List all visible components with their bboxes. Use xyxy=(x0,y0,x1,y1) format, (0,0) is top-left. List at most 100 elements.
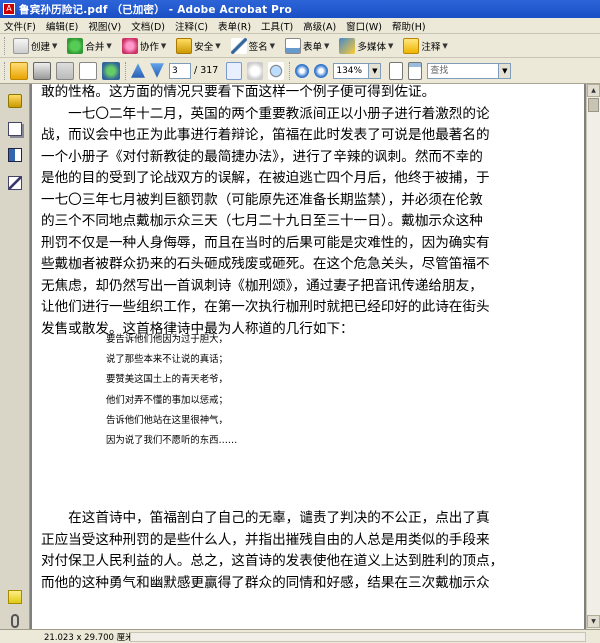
print-icon[interactable] xyxy=(33,61,51,80)
poem-line: 要赞美这国土上的青天老爷， xyxy=(106,374,228,386)
menu-bar: 文件(F) 编辑(E) 视图(V) 文档(D) 注释(C) 表单(R) 工具(T… xyxy=(0,18,600,34)
poem-line: 要告诉他们他因为过于胆大， xyxy=(106,334,228,345)
chevron-down-icon: ▼ xyxy=(52,41,58,50)
paragraph-1: 敢的性格。这方面的情况只要看下面这样一个例子便可得到佐证。 一七〇二年十二月，英… xyxy=(41,84,577,340)
zoom-in-icon[interactable] xyxy=(314,63,329,78)
toolbar-grip[interactable] xyxy=(4,36,7,55)
comments-panel-icon[interactable] xyxy=(8,590,22,604)
menu-help[interactable]: 帮助(H) xyxy=(392,19,426,33)
horizontal-scrollbar[interactable] xyxy=(130,632,586,642)
signatures-icon[interactable] xyxy=(8,176,22,190)
scroll-thumb[interactable] xyxy=(588,98,599,112)
text-line: 一七〇三年七月被判巨额罚款（可能原先还准备长期监禁），并必须在伦敦 xyxy=(41,191,483,208)
security-lock-icon[interactable] xyxy=(8,94,22,108)
toolbar-grip[interactable] xyxy=(125,61,128,80)
multimedia-icon xyxy=(339,37,356,54)
text-line: 的三个不同地点戴枷示众三天（七月二十九日至三十一日）。戴枷示众这种 xyxy=(41,213,483,229)
chevron-down-icon: ▼ xyxy=(215,41,221,50)
collaborate-button[interactable]: 协作 ▼ xyxy=(119,36,169,56)
acrobat-app-icon: A xyxy=(3,3,15,15)
email-icon[interactable] xyxy=(79,61,97,80)
secure-button[interactable]: 安全 ▼ xyxy=(173,36,223,56)
menu-comments[interactable]: 注释(C) xyxy=(175,19,208,33)
save-icon[interactable] xyxy=(56,61,74,80)
menu-advanced[interactable]: 高级(A) xyxy=(303,19,336,33)
scroll-down-arrow-icon[interactable]: ▼ xyxy=(587,615,600,628)
comment-button[interactable]: 注释 ▼ xyxy=(400,36,450,56)
sign-button[interactable]: 签名 ▼ xyxy=(228,36,278,56)
fit-page-icon[interactable] xyxy=(389,61,404,80)
menu-document[interactable]: 文档(D) xyxy=(131,19,165,33)
find-dropdown-chevron-icon[interactable]: ▼ xyxy=(499,62,512,79)
scroll-up-arrow-icon[interactable]: ▲ xyxy=(587,84,600,97)
forms-button[interactable]: 表单 ▼ xyxy=(282,36,332,56)
zoom-out-icon[interactable] xyxy=(295,63,310,78)
review-icon[interactable] xyxy=(102,61,120,80)
menu-tools[interactable]: 工具(T) xyxy=(261,19,293,33)
tasks-toolbar: 创建 ▼ 合并 ▼ 协作 ▼ 安全 ▼ 签名 ▼ 表单 ▼ 多媒体 ▼ 注释 ▼ xyxy=(0,34,600,58)
title-bar: A 鲁宾孙历险记.pdf （已加密） - Adobe Acrobat Pro xyxy=(0,0,600,18)
text-line: 在这首诗中，笛福剖白了自己的无辜，谴责了判决的不公正，点出了真 xyxy=(41,510,490,526)
zoom-dropdown-chevron-icon[interactable]: ▼ xyxy=(369,62,382,79)
chevron-down-icon: ▼ xyxy=(387,41,394,50)
toolbar-grip[interactable] xyxy=(289,61,292,80)
document-viewport[interactable]: 敢的性格。这方面的情况只要看下面这样一个例子便可得到佐证。 一七〇二年十二月，英… xyxy=(30,84,586,629)
zoom-tool-icon[interactable] xyxy=(268,61,285,80)
poem-line: 因为说了我们不愿听的东西…… xyxy=(106,435,238,447)
comment-note-icon xyxy=(403,37,420,54)
fit-width-icon[interactable] xyxy=(408,61,423,80)
poem-block: 要告诉他们他因为过于胆大， 说了那些本来不让说的真话； 要赞美这国土上的青天老爷… xyxy=(106,330,237,451)
text-line: 一七〇二年十二月，英国的两个重要教派间正以小册子进行着激烈的论 xyxy=(41,105,490,122)
text-line: 战，而议会中也正为此事进行着辩论，笛福在此时发表了可说是他最著名的 xyxy=(41,127,490,143)
next-page-icon[interactable] xyxy=(150,63,164,78)
forms-icon xyxy=(285,37,302,54)
menu-file[interactable]: 文件(F) xyxy=(4,19,36,33)
chevron-down-icon: ▼ xyxy=(324,41,330,50)
combine-files-icon xyxy=(67,37,84,54)
menu-edit[interactable]: 编辑(E) xyxy=(46,19,78,33)
open-folder-icon[interactable] xyxy=(10,61,28,80)
paragraph-2: 在这首诗中，笛福剖白了自己的无辜，谴责了判决的不公正，点出了真 正应当受这种刑罚… xyxy=(41,508,577,594)
text-line: 些戴枷者被群众扔来的石头砸成残废或砸死。在这个危急关头，尽管笛福不 xyxy=(41,256,490,272)
select-text-cursor-icon[interactable] xyxy=(226,61,243,80)
menu-forms[interactable]: 表单(R) xyxy=(218,19,251,33)
status-bar: 21.023 x 29.700 厘米 xyxy=(0,629,600,643)
text-line: 是他的目的受到了论战双方的误解，在被迫逃亡四个月后，他终于被捕，于 xyxy=(41,170,490,186)
vertical-scrollbar[interactable]: ▲ ▼ xyxy=(586,84,600,629)
poem-line: 他们对弄不懂的事加以惩戒； xyxy=(106,394,228,406)
chevron-down-icon: ▼ xyxy=(160,41,167,50)
text-line: 一个小册子《对付新教徒的最简捷办法》，进行了辛辣的讽刺。然而不幸的 xyxy=(41,148,483,165)
window-title: 鲁宾孙历险记.pdf （已加密） - Adobe Acrobat Pro xyxy=(19,3,292,16)
menu-window[interactable]: 窗口(W) xyxy=(346,19,382,33)
navigation-panel xyxy=(0,84,30,629)
create-button[interactable]: 创建 ▼ xyxy=(10,36,60,56)
text-line: 敢的性格。这方面的情况只要看下面这样一个例子便可得到佐证。 xyxy=(41,84,436,100)
collaborate-icon xyxy=(121,37,138,54)
text-line: 让他们进行一些组织工作，在第一次执行枷刑时就把已经印好的此诗在街头 xyxy=(41,299,490,315)
combine-button[interactable]: 合并 ▼ xyxy=(64,36,114,56)
pages-icon[interactable] xyxy=(8,122,22,136)
pdf-page: 敢的性格。这方面的情况只要看下面这样一个例子便可得到佐证。 一七〇二年十二月，英… xyxy=(32,84,584,629)
chevron-down-icon: ▼ xyxy=(269,41,276,50)
previous-page-icon[interactable] xyxy=(131,63,145,78)
lock-icon xyxy=(176,37,193,54)
toolbar-grip[interactable] xyxy=(4,61,7,80)
hand-tool-icon[interactable] xyxy=(247,61,264,80)
pen-sign-icon xyxy=(230,37,247,54)
attachments-paperclip-icon[interactable] xyxy=(11,614,19,628)
chevron-down-icon: ▼ xyxy=(442,41,448,50)
text-line: 刑罚不仅是一种人身侮辱，而且在当时的后果可能是灾难性的，因为确实有 xyxy=(41,234,490,251)
text-line: 正应当受这种刑罚的是些什么人，并指出摧残自由的人总是用类似的手段来 xyxy=(41,531,490,548)
find-input[interactable]: 查找 xyxy=(427,62,500,79)
zoom-level-input[interactable]: 134% xyxy=(333,62,370,79)
text-line: 对付保卫人民利益的人。总之，这首诗的发表使他在道义上达到胜利的顶点， xyxy=(41,553,504,569)
bookmarks-icon[interactable] xyxy=(8,148,22,162)
text-line: 而他的这种勇气和幽默感更赢得了群众的同情和好感，结果在三次戴枷示众 xyxy=(41,574,490,591)
poem-line: 告诉他们他站在这里很神气， xyxy=(106,414,228,426)
navigation-toolbar: 3 / 317 134% ▼ 查找 ▼ xyxy=(0,58,600,84)
page-size-label: 21.023 x 29.700 厘米 xyxy=(44,633,134,643)
multimedia-button[interactable]: 多媒体 ▼ xyxy=(336,36,396,56)
chevron-down-icon: ▼ xyxy=(106,41,112,50)
menu-view[interactable]: 视图(V) xyxy=(88,19,121,33)
page-number-input[interactable]: 3 xyxy=(169,62,191,79)
